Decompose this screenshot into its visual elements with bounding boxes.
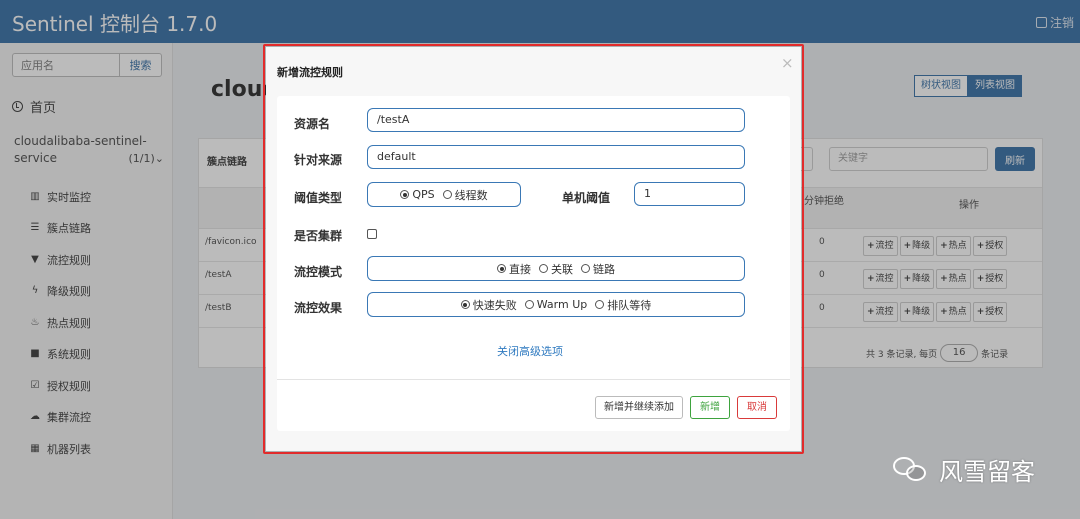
relate-radio[interactable]: 关联 bbox=[539, 261, 573, 277]
radio-icon bbox=[539, 264, 548, 273]
add-flow-rule-dialog: 新增流控规则 × 资源名 /testA 针对来源 default 阈值类型 QP… bbox=[266, 47, 801, 451]
mode-label: 流控模式 bbox=[294, 265, 343, 279]
queue-radio[interactable]: 排队等待 bbox=[595, 297, 651, 313]
warm-up-radio[interactable]: Warm Up bbox=[524, 298, 587, 311]
radio-icon bbox=[442, 190, 452, 199]
origin-label: 针对来源 bbox=[294, 153, 343, 167]
threshold-type-label: 阈值类型 bbox=[294, 191, 343, 205]
dialog-body: 资源名 /testA 针对来源 default 阈值类型 QPS 线程数 单机阈… bbox=[277, 96, 790, 431]
divider bbox=[277, 379, 790, 380]
dialog-title: 新增流控规则 bbox=[277, 66, 343, 79]
add-button[interactable]: 新增 bbox=[690, 396, 730, 419]
toggle-advanced-link[interactable]: 关闭高级选项 bbox=[497, 343, 563, 359]
direct-radio[interactable]: 直接 bbox=[497, 261, 531, 277]
watermark: 风雪留客 bbox=[893, 452, 1035, 487]
resource-label: 资源名 bbox=[294, 117, 331, 131]
origin-input[interactable]: default bbox=[367, 145, 745, 169]
thread-radio[interactable]: 线程数 bbox=[442, 187, 488, 203]
radio-icon bbox=[524, 300, 534, 309]
radio-icon bbox=[595, 300, 605, 309]
effect-group: 快速失败 Warm Up 排队等待 bbox=[367, 292, 745, 317]
cancel-button[interactable]: 取消 bbox=[737, 396, 777, 419]
radio-checked-icon bbox=[460, 300, 470, 309]
wechat-icon bbox=[893, 455, 929, 485]
radio-checked-icon bbox=[497, 264, 506, 273]
cluster-checkbox[interactable] bbox=[367, 229, 377, 239]
watermark-text: 风雪留客 bbox=[939, 458, 1035, 486]
chain-radio[interactable]: 链路 bbox=[581, 261, 615, 277]
cluster-label: 是否集群 bbox=[294, 229, 343, 243]
threshold-input[interactable]: 1 bbox=[634, 182, 745, 206]
fail-fast-radio[interactable]: 快速失败 bbox=[460, 297, 517, 313]
radio-checked-icon bbox=[400, 190, 410, 199]
threshold-label: 单机阈值 bbox=[562, 191, 611, 205]
add-continue-button[interactable]: 新增并继续添加 bbox=[595, 396, 683, 419]
radio-icon bbox=[581, 264, 590, 273]
close-icon[interactable]: × bbox=[781, 54, 794, 72]
effect-label: 流控效果 bbox=[294, 301, 343, 315]
threshold-type-group: QPS 线程数 bbox=[367, 182, 521, 207]
qps-radio[interactable]: QPS bbox=[400, 188, 435, 201]
resource-input[interactable]: /testA bbox=[367, 108, 745, 132]
mode-group: 直接 关联 链路 bbox=[367, 256, 745, 281]
